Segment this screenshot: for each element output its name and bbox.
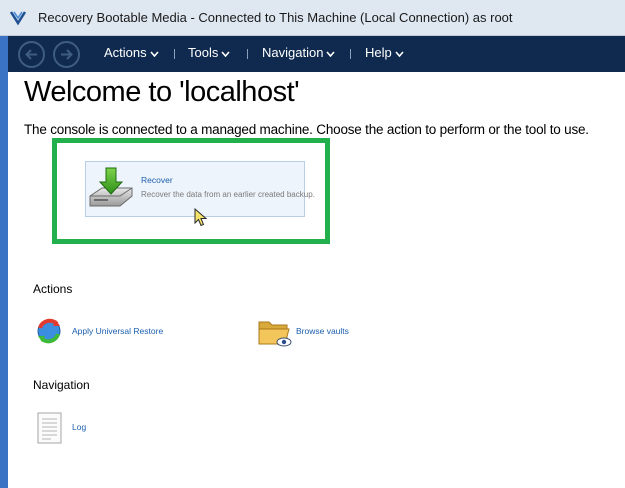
chevron-down-icon: [150, 51, 159, 57]
intro-text: The console is connected to a managed ma…: [24, 122, 589, 137]
window-titlebar: Recovery Bootable Media - Connected to T…: [0, 0, 625, 36]
recover-description: Recover the data from an earlier created…: [141, 190, 315, 199]
chevron-down-icon: [221, 51, 230, 57]
menu-help[interactable]: Help: [365, 45, 404, 60]
menu-separator: [174, 49, 175, 59]
forward-arrow-icon: [61, 49, 73, 60]
forward-button[interactable]: [53, 41, 80, 68]
page-title: Welcome to 'localhost': [24, 76, 300, 108]
chevron-down-icon: [326, 51, 336, 57]
menu-separator: [247, 49, 248, 59]
back-arrow-icon: [25, 49, 37, 60]
menu-separator: [350, 49, 351, 59]
menu-tools[interactable]: Tools: [188, 45, 230, 60]
browse-vaults-link[interactable]: Browse vaults: [296, 326, 349, 336]
mouse-pointer-icon: [194, 207, 208, 233]
actions-heading: Actions: [33, 282, 73, 296]
menu-bar: Actions Tools Navigation Help: [8, 36, 625, 72]
log-document-icon[interactable]: [37, 412, 63, 450]
acronis-logo-icon: [8, 8, 28, 28]
navigation-heading: Navigation: [33, 378, 90, 392]
menu-navigation[interactable]: Navigation: [262, 45, 336, 60]
welcome-page: Welcome to 'localhost' The console is co…: [8, 72, 625, 488]
window-title: Recovery Bootable Media - Connected to T…: [38, 10, 513, 25]
log-link[interactable]: Log: [72, 422, 86, 432]
apply-universal-restore-link[interactable]: Apply Universal Restore: [72, 326, 163, 336]
menu-actions[interactable]: Actions: [104, 45, 159, 60]
universal-restore-icon[interactable]: [34, 316, 64, 351]
window-left-border: [0, 36, 8, 488]
chevron-down-icon: [395, 51, 404, 57]
disk-recover-icon: [86, 166, 136, 219]
vault-folder-icon[interactable]: [257, 316, 293, 353]
recover-title: Recover: [141, 175, 173, 185]
back-button[interactable]: [18, 41, 45, 68]
